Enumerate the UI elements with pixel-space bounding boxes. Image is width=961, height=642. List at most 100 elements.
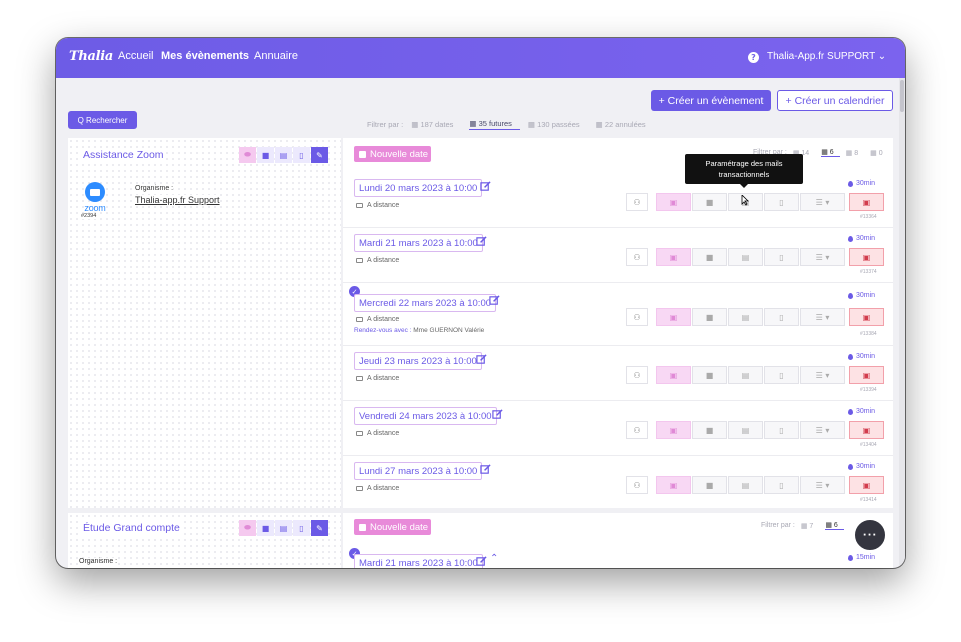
calendar-icon[interactable]: ▣ xyxy=(656,193,691,211)
session-date[interactable]: Mercredi 22 mars 2023 à 10:00 xyxy=(354,294,497,312)
document-icon[interactable]: ▯ xyxy=(764,308,799,326)
trash-icon[interactable]: ■ xyxy=(692,193,727,211)
mail-settings-icon[interactable]: ▤ xyxy=(728,421,763,439)
event-title[interactable]: Étude Grand compte xyxy=(81,521,182,535)
session-date[interactable]: Jeudi 23 mars 2023 à 10:00 xyxy=(354,352,482,370)
mail-settings-icon[interactable]: ▤ xyxy=(728,248,763,266)
calendar-icon[interactable]: ▣ xyxy=(656,421,691,439)
trash-icon[interactable]: ■ xyxy=(257,520,274,536)
list-icon[interactable]: ☰ ▾ xyxy=(800,193,845,211)
mail-settings-icon[interactable]: ▤ xyxy=(728,366,763,384)
session-filter-past[interactable]: ▦ 8 xyxy=(846,149,864,157)
session-date[interactable]: Mardi 21 mars 2023 à 10:00 xyxy=(354,554,483,568)
create-event-button[interactable]: + Créer un évènement xyxy=(651,90,771,111)
document-icon[interactable]: ▯ xyxy=(764,421,799,439)
edit-icon[interactable]: ✎ xyxy=(311,520,328,536)
cancel-date-icon[interactable]: ▣ xyxy=(849,421,884,439)
account-menu[interactable]: Thalia-App.fr SUPPORT ⌄ xyxy=(767,51,886,62)
drop-icon xyxy=(848,292,853,299)
help-icon[interactable]: ? xyxy=(748,52,759,63)
trash-icon[interactable]: ■ xyxy=(692,476,727,494)
list-icon[interactable]: ☰ ▾ xyxy=(800,248,845,266)
calendar-icon[interactable]: ▣ xyxy=(656,248,691,266)
document-icon[interactable]: ▯ xyxy=(764,476,799,494)
cancel-date-icon[interactable]: ▣ xyxy=(849,193,884,211)
chat-icon[interactable]: ··· xyxy=(853,518,887,552)
list-icon[interactable]: ☰ ▾ xyxy=(800,308,845,326)
edit-icon[interactable] xyxy=(492,409,503,420)
edit-icon[interactable] xyxy=(476,236,487,247)
global-filter-bar: Filtrer par : ▦ 187 dates ▦ 35 futures ▦… xyxy=(367,118,662,130)
user-add-icon[interactable]: ⚇ xyxy=(626,476,648,494)
filter-cancelled-dates[interactable]: ▦ 22 annulées xyxy=(596,120,654,129)
mail-settings-icon[interactable]: ▤ xyxy=(728,476,763,494)
search-button[interactable]: Q Rechercher xyxy=(68,111,137,129)
edit-icon[interactable] xyxy=(476,556,487,567)
trash-icon[interactable]: ■ xyxy=(692,308,727,326)
cancel-date-icon[interactable]: ▣ xyxy=(849,366,884,384)
session-location-label: A distance xyxy=(367,485,400,492)
document-icon[interactable]: ▯ xyxy=(293,520,310,536)
calendar-icon[interactable]: ▣ xyxy=(656,308,691,326)
session-date[interactable]: Lundi 27 mars 2023 à 10:00 xyxy=(354,462,483,480)
mail-settings-icon[interactable]: ▤ xyxy=(275,520,292,536)
document-icon[interactable]: ▯ xyxy=(764,193,799,211)
nav-mes-evenements[interactable]: Mes évènements xyxy=(161,50,249,62)
edit-icon[interactable] xyxy=(489,295,500,306)
trash-icon[interactable]: ■ xyxy=(692,248,727,266)
new-date-button[interactable]: Nouvelle date xyxy=(354,146,431,162)
session-date[interactable]: Mardi 21 mars 2023 à 10:00 xyxy=(354,234,483,252)
session-id: #13394 xyxy=(860,387,877,393)
create-calendar-button[interactable]: + Créer un calendrier xyxy=(777,90,893,111)
session-filter-future[interactable]: ▦ 6 xyxy=(821,148,840,157)
list-icon[interactable]: ☰ ▾ xyxy=(800,476,845,494)
appointment-label: Rendez-vous avec : xyxy=(354,327,412,334)
thalia-logo[interactable]: Thalia xyxy=(69,49,113,64)
toggle-icon[interactable]: ⬬ xyxy=(239,520,256,536)
session-duration: 30min xyxy=(848,408,875,415)
nav-annuaire[interactable]: Annuaire xyxy=(254,50,298,62)
cancel-date-icon[interactable]: ▣ xyxy=(849,476,884,494)
org-name-link[interactable]: Thalia-app.fr Support xyxy=(135,195,220,205)
filter-future-dates[interactable]: ▦ 35 futures xyxy=(469,119,520,130)
calendar-icon[interactable]: ▣ xyxy=(656,476,691,494)
session-filter-future[interactable]: ▦ 6 xyxy=(825,521,844,530)
cancel-date-icon[interactable]: ▣ xyxy=(849,248,884,266)
page-scrollbar[interactable] xyxy=(899,78,905,568)
edit-icon[interactable] xyxy=(480,181,491,192)
event-title[interactable]: Assistance Zoom xyxy=(81,148,166,162)
trash-icon[interactable]: ■ xyxy=(692,366,727,384)
session-location: A distance xyxy=(356,316,399,323)
toggle-icon[interactable]: ⬬ xyxy=(239,147,256,163)
calendar-icon[interactable]: ▣ xyxy=(656,366,691,384)
session-filter-cancelled[interactable]: ▦ 0 xyxy=(870,149,888,157)
list-icon[interactable]: ☰ ▾ xyxy=(800,366,845,384)
edit-icon[interactable] xyxy=(480,464,491,475)
mail-settings-icon[interactable]: ▤ xyxy=(275,147,292,163)
document-icon[interactable]: ▯ xyxy=(293,147,310,163)
user-add-icon[interactable]: ⚇ xyxy=(626,366,648,384)
trash-icon[interactable]: ■ xyxy=(257,147,274,163)
edit-icon[interactable]: ✎ xyxy=(311,147,328,163)
list-icon[interactable]: ☰ ▾ xyxy=(800,421,845,439)
cancel-date-icon[interactable]: ▣ xyxy=(849,308,884,326)
document-icon[interactable]: ▯ xyxy=(764,366,799,384)
chevron-up-icon[interactable]: ⌃ xyxy=(490,553,498,564)
scrollbar-thumb[interactable] xyxy=(900,80,904,112)
filter-all-dates[interactable]: ▦ 187 dates xyxy=(411,120,461,129)
edit-icon[interactable] xyxy=(476,354,487,365)
session-date[interactable]: Vendredi 24 mars 2023 à 10:00 xyxy=(354,407,497,425)
trash-icon[interactable]: ■ xyxy=(692,421,727,439)
new-date-button[interactable]: Nouvelle date xyxy=(354,519,431,535)
mail-settings-icon[interactable]: ▤ xyxy=(728,308,763,326)
document-icon[interactable]: ▯ xyxy=(764,248,799,266)
user-add-icon[interactable]: ⚇ xyxy=(626,248,648,266)
user-add-icon[interactable]: ⚇ xyxy=(626,193,648,211)
user-add-icon[interactable]: ⚇ xyxy=(626,421,648,439)
session-date[interactable]: Lundi 20 mars 2023 à 10:00 xyxy=(354,179,483,197)
session-row: Mardi 21 mars 2023 à 10:00 A distance ⚇ … xyxy=(343,228,893,283)
user-add-icon[interactable]: ⚇ xyxy=(626,308,648,326)
session-filter-all[interactable]: ▦ 7 xyxy=(801,522,819,530)
filter-past-dates[interactable]: ▦ 130 passées xyxy=(528,120,588,129)
nav-accueil[interactable]: Accueil xyxy=(118,50,153,62)
